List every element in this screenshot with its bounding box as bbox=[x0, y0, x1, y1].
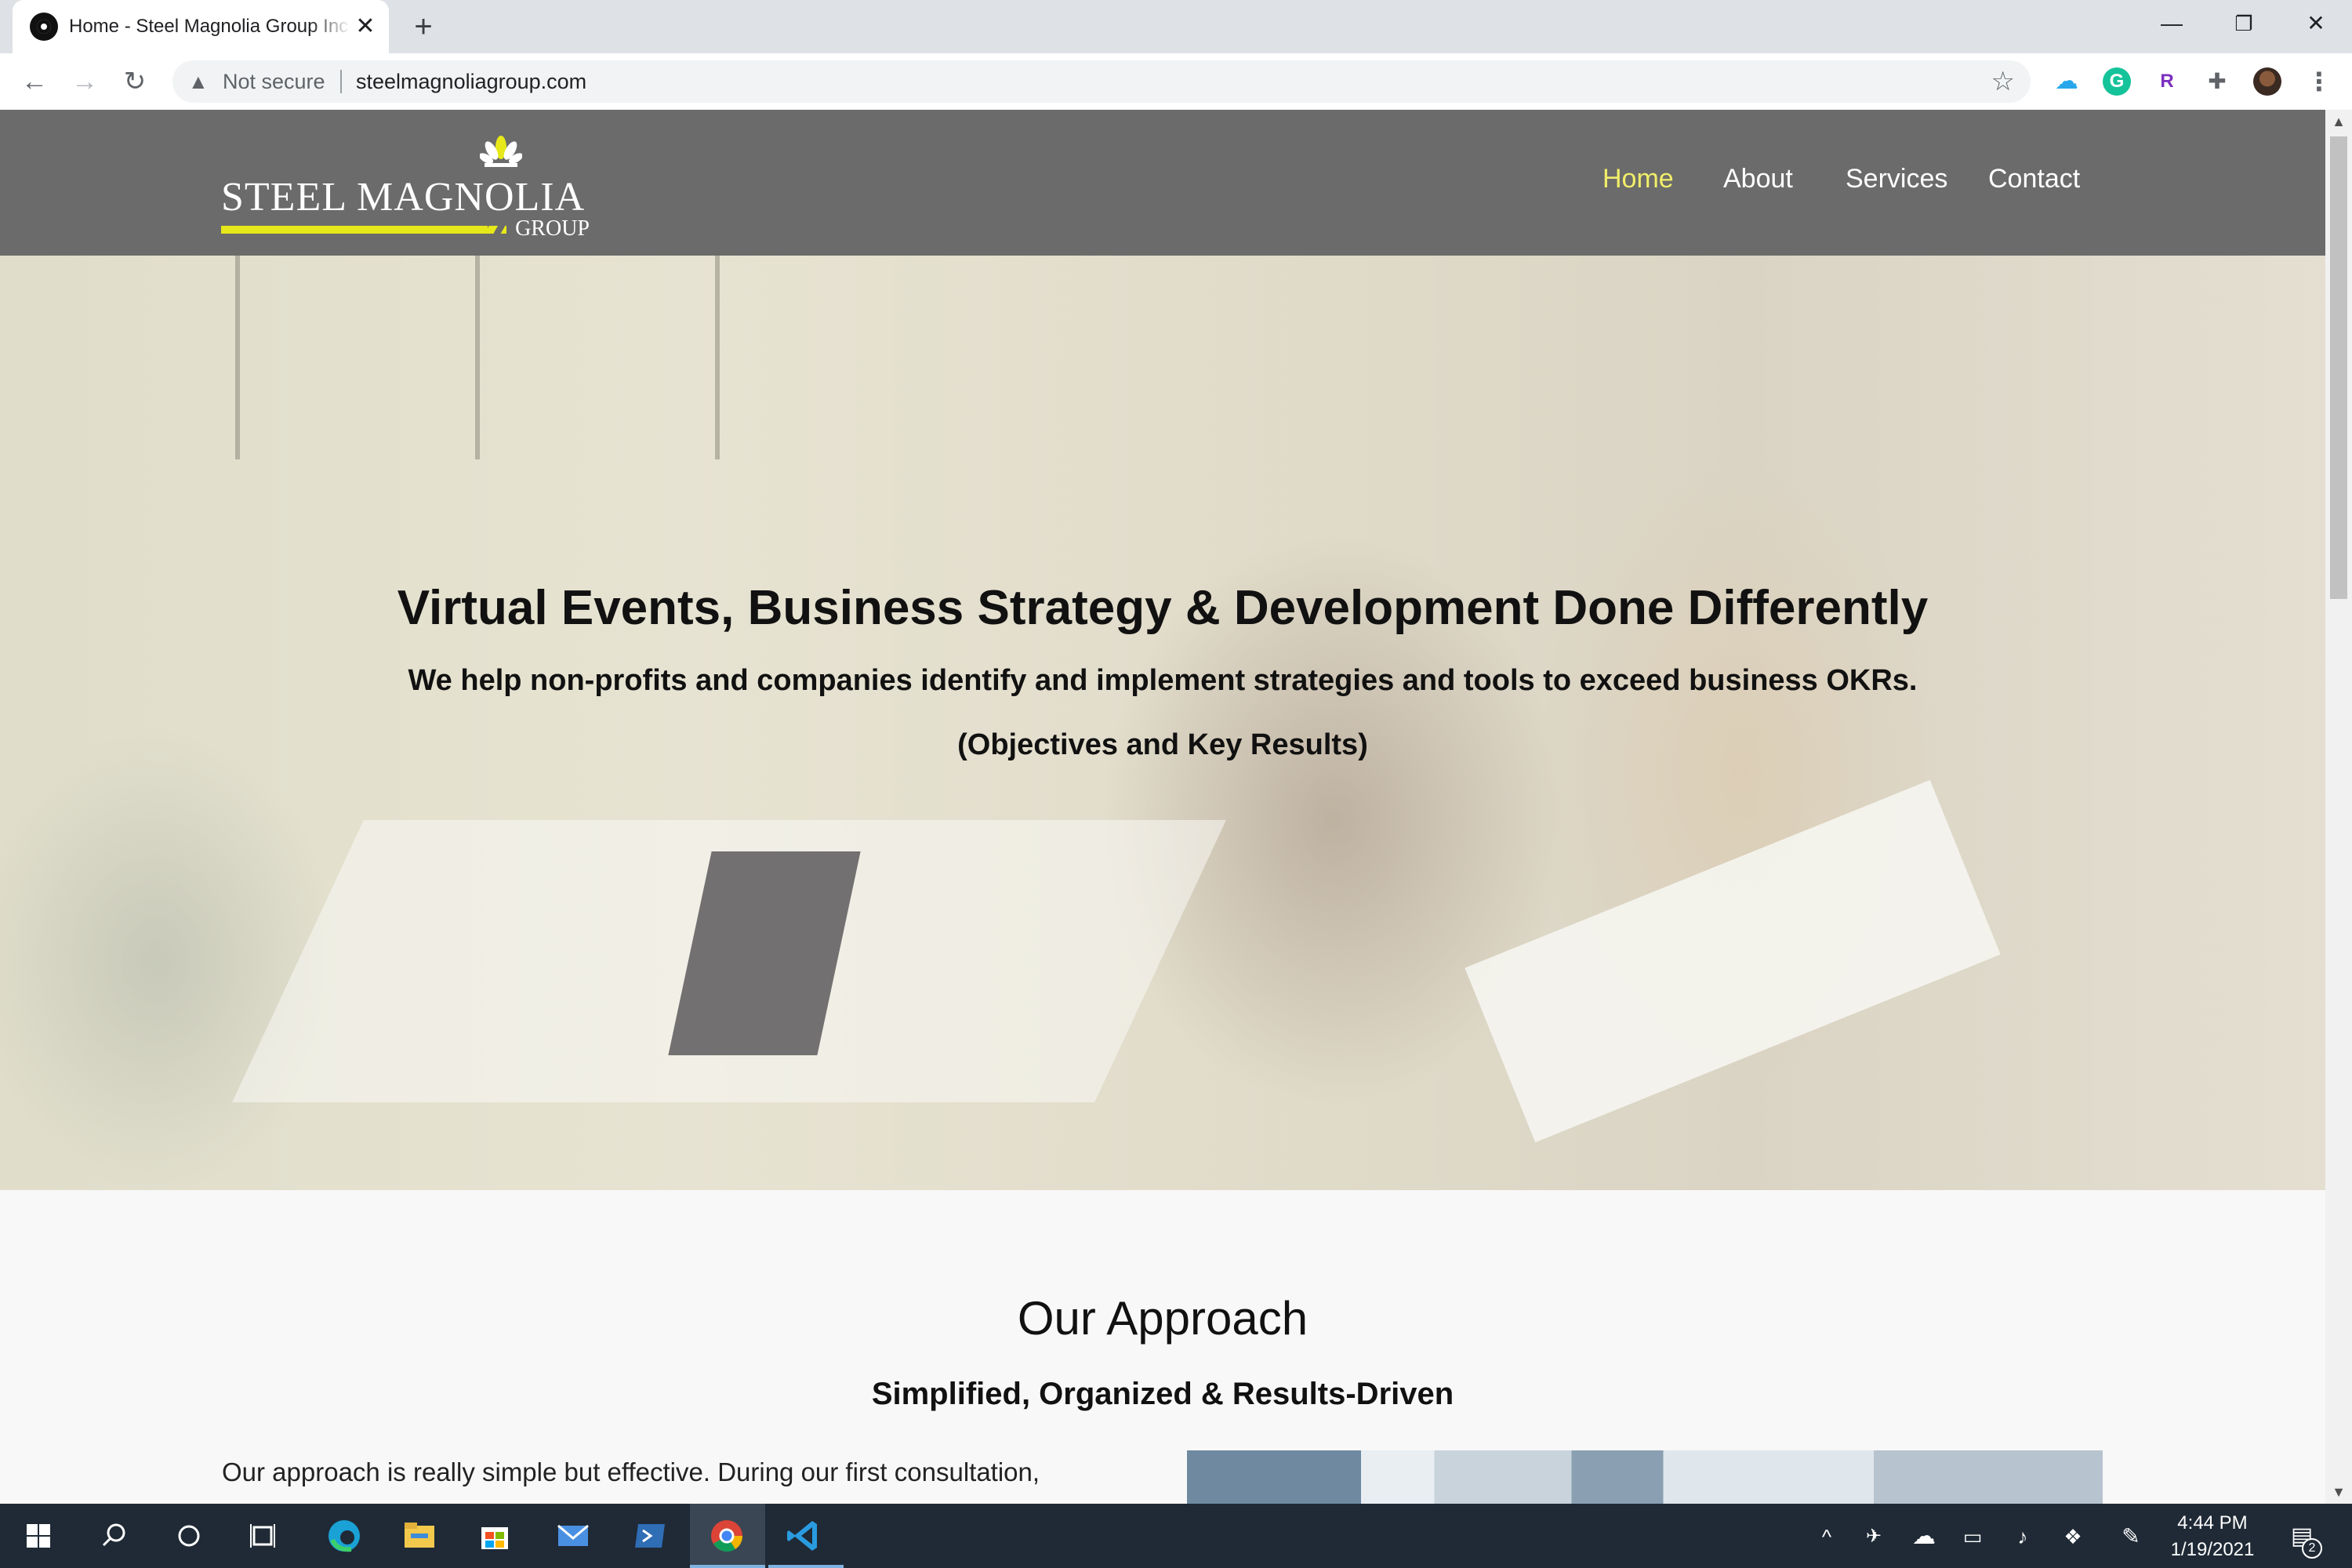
logo-wordmark: STEEL MAGNOLIA bbox=[221, 175, 586, 220]
not-secure-warning-icon[interactable]: ▲ bbox=[188, 70, 212, 93]
hero-background-document bbox=[1465, 779, 2001, 1143]
tab-title: Home - Steel Magnolia Group Inc bbox=[69, 16, 349, 37]
mail-icon[interactable] bbox=[550, 1513, 596, 1559]
logo-underline-stripes bbox=[456, 226, 506, 234]
url-text[interactable]: steelmagnoliagroup.com bbox=[356, 68, 586, 95]
address-bar[interactable]: ▲ Not secure steelmagnoliagroup.com ☆ bbox=[172, 60, 2031, 103]
logo-underline bbox=[221, 226, 488, 234]
site-header: STEEL MAGNOLIA GROUP Home About Services… bbox=[0, 110, 2325, 256]
new-tab-button[interactable]: + bbox=[405, 11, 442, 42]
nav-contact[interactable]: Contact bbox=[1988, 162, 2080, 196]
r-extension-icon[interactable]: R bbox=[2153, 67, 2181, 96]
scroll-down-arrow-icon[interactable]: ▼ bbox=[2325, 1480, 2352, 1504]
clock-date[interactable]: 1/19/2021 bbox=[2165, 1538, 2259, 1562]
browser-toolbar: ← → ↻ ▲ Not secure steelmagnoliagroup.co… bbox=[0, 53, 2352, 111]
security-label[interactable]: Not secure bbox=[223, 68, 325, 95]
approach-subtitle: Simplified, Organized & Results-Driven bbox=[871, 1377, 1454, 1411]
approach-body-text: Our approach is really simple but effect… bbox=[222, 1457, 1040, 1486]
restore-button[interactable]: ❐ bbox=[2220, 8, 2267, 39]
site-logo[interactable]: STEEL MAGNOLIA GROUP bbox=[221, 133, 590, 241]
hero-banner: Virtual Events, Business Strategy & Deve… bbox=[0, 256, 2325, 1190]
file-explorer-icon[interactable] bbox=[397, 1513, 442, 1559]
nav-home[interactable]: Home bbox=[1602, 162, 1674, 196]
notification-count-badge: 2 bbox=[2302, 1538, 2322, 1559]
browser-tab[interactable]: Home - Steel Magnolia Group Inc ✕ bbox=[13, 0, 389, 53]
vscode-open-indicator bbox=[768, 1565, 844, 1568]
dropbox-icon[interactable]: ❖ bbox=[2057, 1521, 2089, 1552]
battery-icon[interactable]: ▭ bbox=[1957, 1521, 1988, 1552]
edge-browser-icon[interactable] bbox=[321, 1513, 367, 1559]
bookmark-star-icon[interactable]: ☆ bbox=[1991, 67, 2015, 96]
cortana-icon[interactable] bbox=[166, 1513, 212, 1559]
onedrive-icon[interactable]: ☁ bbox=[2053, 67, 2081, 96]
site-favicon-icon bbox=[30, 13, 58, 41]
pen-workspace-icon[interactable]: ✎ bbox=[2115, 1521, 2147, 1552]
scrollbar-thumb[interactable] bbox=[2330, 136, 2347, 599]
hero-background-wall bbox=[0, 256, 941, 459]
windows-start-icon[interactable] bbox=[16, 1513, 61, 1559]
browser-tab-strip: Home - Steel Magnolia Group Inc ✕ + — ❐ … bbox=[0, 0, 2352, 53]
volume-icon[interactable]: ♪ bbox=[2007, 1521, 2038, 1552]
chrome-icon[interactable] bbox=[704, 1513, 750, 1559]
scroll-up-arrow-icon[interactable]: ▲ bbox=[2325, 110, 2352, 133]
microsoft-store-icon[interactable] bbox=[472, 1513, 517, 1559]
browser-menu-icon[interactable]: ⋮ bbox=[2305, 67, 2333, 96]
task-view-icon[interactable] bbox=[240, 1513, 285, 1559]
show-hidden-icons-icon[interactable]: ^ bbox=[1811, 1521, 1842, 1552]
windows-taskbar: ^ ✈ ☁ ▭ ♪ ❖ ✎ 4:44 PM 1/19/2021 ▤ 2 bbox=[0, 1504, 2352, 1568]
hero-title: Virtual Events, Business Strategy & Deve… bbox=[397, 581, 1929, 635]
close-window-button[interactable]: ✕ bbox=[2292, 8, 2339, 39]
logo-group-text: GROUP bbox=[515, 216, 590, 241]
onedrive-tray-icon[interactable]: ☁ bbox=[1908, 1521, 1940, 1552]
page-scrollbar[interactable]: ▲ ▼ bbox=[2325, 110, 2352, 1504]
tab-close-icon[interactable]: ✕ bbox=[351, 13, 379, 41]
nav-services[interactable]: Services bbox=[1846, 162, 1947, 196]
profile-avatar[interactable] bbox=[2253, 67, 2281, 96]
nav-about[interactable]: About bbox=[1723, 162, 1793, 196]
network-icon[interactable]: ✈ bbox=[1858, 1521, 1889, 1552]
back-icon[interactable]: ← bbox=[16, 63, 53, 100]
hero-subtitle: We help non-profits and companies identi… bbox=[408, 664, 1918, 697]
puzzle-icon[interactable]: ✚ bbox=[2203, 67, 2231, 96]
search-icon[interactable] bbox=[91, 1513, 136, 1559]
forward-icon[interactable]: → bbox=[66, 63, 103, 100]
grammarly-icon[interactable]: G bbox=[2103, 67, 2131, 96]
omnibox-divider bbox=[340, 70, 342, 93]
reload-icon[interactable]: ↻ bbox=[116, 63, 154, 100]
magnolia-flower-icon bbox=[480, 136, 522, 167]
chrome-active-indicator bbox=[690, 1565, 765, 1568]
clock-time[interactable]: 4:44 PM bbox=[2165, 1512, 2259, 1535]
approach-image bbox=[1187, 1450, 2103, 1504]
approach-title: Our Approach bbox=[1017, 1292, 1308, 1345]
powershell-icon[interactable] bbox=[627, 1513, 673, 1559]
hero-subtitle-okr: (Objectives and Key Results) bbox=[957, 728, 1368, 761]
minimize-button[interactable]: — bbox=[2148, 8, 2195, 39]
vscode-icon[interactable] bbox=[781, 1513, 826, 1559]
